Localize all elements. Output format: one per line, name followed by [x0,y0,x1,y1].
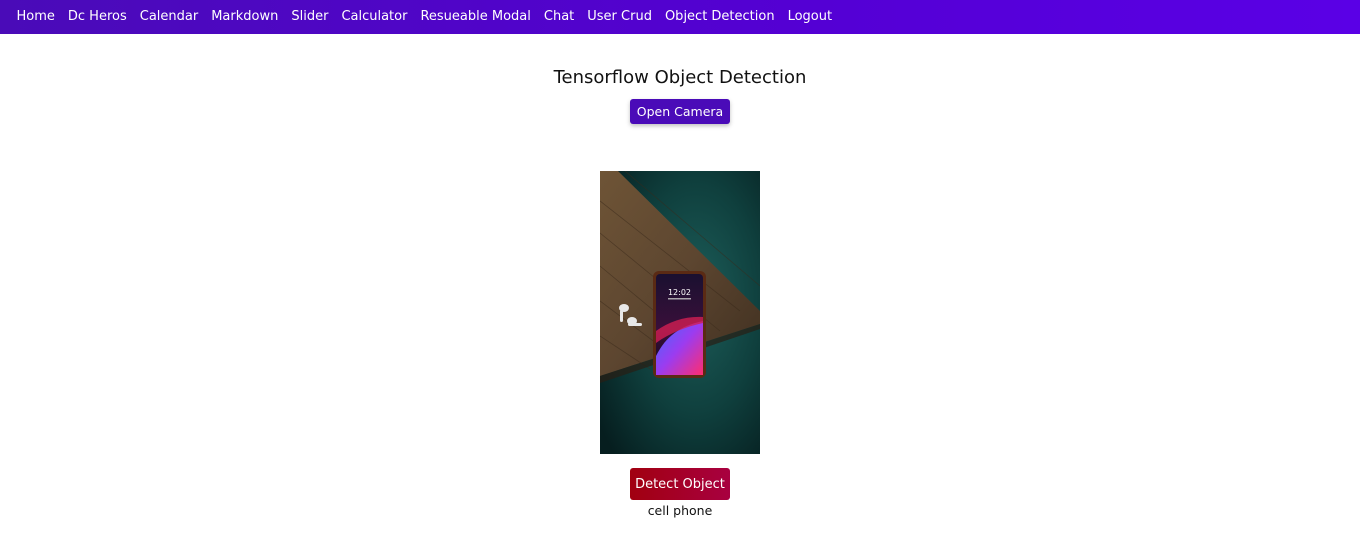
nav-link-calendar[interactable]: Calendar [133,0,204,34]
open-camera-button[interactable]: Open Camera [630,99,730,124]
phone-clock: 12:02 [668,288,691,297]
nav-link-user-crud[interactable]: User Crud [581,0,659,34]
nav-link-object-detection[interactable]: Object Detection [658,0,781,34]
nav-link-logout[interactable]: Logout [781,0,839,34]
nav-link-chat[interactable]: Chat [537,0,580,34]
detection-image: 12:02 [600,171,760,454]
nav-link-slider[interactable]: Slider [285,0,335,34]
nav-link-home[interactable]: Home [10,0,61,34]
main-content: Tensorflow Object Detection Open Camera [0,34,1360,533]
top-navbar: Home Dc Heros Calendar Markdown Slider C… [0,0,1360,34]
nav-link-markdown[interactable]: Markdown [205,0,285,34]
detect-object-button[interactable]: Detect Object [630,468,730,500]
nav-link-resueable-modal[interactable]: Resueable Modal [414,0,537,34]
page-title: Tensorflow Object Detection [553,67,807,88]
nav-link-dc-heros[interactable]: Dc Heros [61,0,133,34]
detection-result: cell phone [647,503,713,518]
nav-link-calculator[interactable]: Calculator [335,0,414,34]
